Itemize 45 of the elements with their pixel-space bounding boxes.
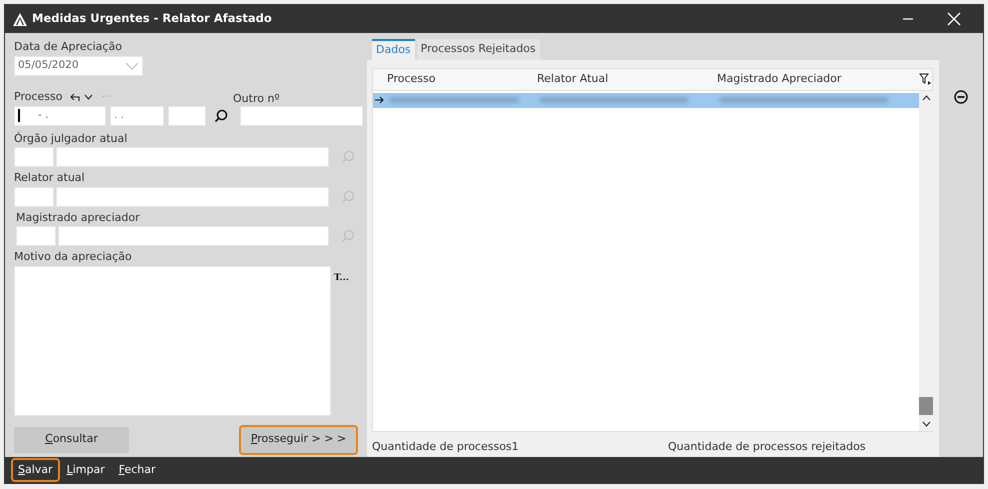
text-field[interactable] xyxy=(168,106,206,126)
field-label: Magistrado apreciador xyxy=(16,210,140,224)
button[interactable]: Fechar xyxy=(114,460,161,480)
field-label: Processo xyxy=(14,90,62,104)
column-header: Magistrado Apreciador xyxy=(717,70,842,87)
window-title: Medidas Urgentes - Relator Afastado xyxy=(32,10,272,28)
column-header: Processo xyxy=(387,70,436,87)
count-label: Quantidade de processos rejeitados xyxy=(668,439,866,453)
code-field[interactable] xyxy=(14,186,54,206)
name-field[interactable] xyxy=(56,147,329,167)
code-field[interactable] xyxy=(14,147,54,167)
scrollbar-thumb[interactable] xyxy=(919,397,933,415)
remove-icon[interactable] xyxy=(954,90,968,104)
chevron-down-icon xyxy=(125,62,139,70)
button[interactable]: Prosseguir > > > xyxy=(241,426,356,452)
field-label: Motivo da apreciação xyxy=(14,250,132,264)
logo-icon xyxy=(13,12,27,26)
button[interactable]: Limpar xyxy=(62,460,110,480)
code-field[interactable] xyxy=(16,226,56,246)
chevron-up-icon[interactable] xyxy=(922,94,930,100)
column-header: Relator Atual xyxy=(537,70,610,87)
scrollbar[interactable] xyxy=(919,90,933,431)
chevron-down-icon[interactable] xyxy=(922,421,930,427)
tab[interactable]: Dados xyxy=(372,39,415,60)
tab[interactable]: Processos Rejeitados xyxy=(416,39,540,60)
name-field[interactable] xyxy=(58,226,329,246)
count-label: Quantidade de processos1 xyxy=(372,439,520,453)
date-field[interactable]: 05/05/2020 xyxy=(14,56,143,76)
text-format-button[interactable]: T... xyxy=(334,272,349,285)
text-field[interactable]: - . xyxy=(14,106,106,126)
name-field[interactable] xyxy=(56,186,329,206)
field-label: Data de Apreciação xyxy=(14,40,122,54)
chevron-down-icon[interactable] xyxy=(84,94,94,100)
filter-icon[interactable] xyxy=(919,73,931,85)
field-label: Relator atual xyxy=(14,171,85,185)
close-icon[interactable] xyxy=(947,12,961,26)
text-field[interactable] xyxy=(240,106,363,126)
button[interactable]: Salvar xyxy=(13,460,58,480)
arrow-right-icon xyxy=(375,96,385,104)
field-label: Órgão julgador atual xyxy=(14,132,128,146)
search-icon[interactable] xyxy=(214,108,228,122)
field-label: Outro nº xyxy=(233,92,280,106)
button[interactable]: Consultar xyxy=(14,426,129,452)
text-area[interactable] xyxy=(14,266,331,416)
undo-arrow-icon[interactable] xyxy=(70,93,80,102)
